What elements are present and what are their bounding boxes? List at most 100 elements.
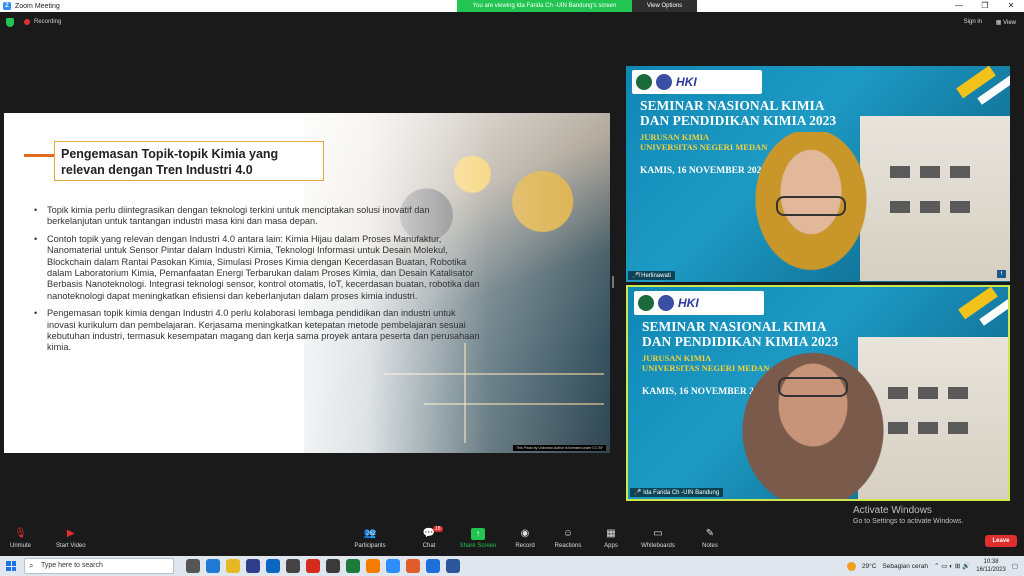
viewing-message: You are viewing Ida Farida Ch -UIN Bandu…	[457, 0, 632, 12]
excel-icon[interactable]	[346, 559, 360, 573]
reactions-icon: ☺	[562, 528, 574, 539]
slide-title-line2: relevan dengan Tren Industri 4.0	[61, 163, 253, 177]
chat-badge: 18	[433, 526, 443, 532]
firefox-icon[interactable]	[366, 559, 380, 573]
search-icon: ⌕	[29, 561, 34, 570]
bullet-item: Topik kimia perlu diintegrasikan dengan …	[34, 205, 484, 228]
seminar-line2: DAN PENDIDIKAN KIMIA 2023	[640, 113, 837, 128]
clock[interactable]: 10:38 16/11/2023	[976, 558, 1006, 574]
app-icon[interactable]	[406, 559, 420, 573]
start-video-button[interactable]: ▶ Start Video	[56, 528, 86, 549]
shared-screen-slide: Pengemasan Topik-topik Kimia yang releva…	[4, 113, 610, 453]
unmute-button[interactable]: 🎙 Unmute	[10, 528, 31, 549]
windows-start-icon[interactable]	[6, 561, 16, 571]
video-tile-ida-farida[interactable]: HKI SEMINAR NASIONAL KIMIA DAN PENDIDIKA…	[626, 285, 1010, 501]
reactions-button[interactable]: ☺ Reactions	[553, 528, 583, 549]
glasses	[778, 377, 848, 397]
notes-button[interactable]: ✎ Notes	[701, 528, 719, 549]
sponsor-logos: HKI	[632, 70, 762, 94]
participants-count: 262	[366, 531, 377, 537]
notes-label: Notes	[702, 543, 718, 549]
record-button[interactable]: ◉ Record	[514, 528, 536, 549]
title-accent-bar	[24, 154, 54, 157]
close-button[interactable]: ✕	[998, 0, 1024, 12]
share-screen-label: Share Screen	[459, 543, 497, 549]
activate-title: Activate Windows	[853, 505, 932, 516]
share-screen-icon: ↑	[471, 528, 485, 540]
window-title: Zoom Meeting	[15, 2, 60, 10]
reactions-label: Reactions	[554, 543, 582, 549]
weather-text: Sebagian cerah	[882, 562, 928, 570]
sponsor-logos: HKI	[634, 291, 764, 315]
clock-time: 10:38	[983, 559, 999, 565]
whiteboards-label: Whiteboards	[641, 543, 675, 549]
minimize-button[interactable]: —	[946, 0, 972, 12]
seminar-line1: SEMINAR NASIONAL KIMIA	[640, 98, 825, 113]
shield-icon[interactable]	[6, 17, 14, 27]
app-icon[interactable]	[326, 559, 340, 573]
tray-icons[interactable]: ⌃ ▭ ◐ ⊞ 🔊	[934, 562, 970, 570]
weather-icon[interactable]	[846, 561, 856, 571]
university-logo-icon	[658, 295, 674, 311]
sign-in-link[interactable]: Sign in	[964, 19, 982, 25]
seminar-title: SEMINAR NASIONAL KIMIA DAN PENDIDIKAN KI…	[640, 98, 836, 128]
whiteboard-icon: ▭	[653, 528, 663, 539]
viewing-banner: You are viewing Ida Farida Ch -UIN Bandu…	[457, 0, 697, 12]
split-view-handle[interactable]	[612, 276, 614, 288]
record-label: Record	[515, 543, 535, 549]
word-icon[interactable]	[446, 559, 460, 573]
search-placeholder: Type here to search	[41, 562, 103, 569]
bullet-item: Pengemasan topik kimia dengan Industri 4…	[34, 308, 484, 354]
bullet-item: Contoh topik yang relevan dengan Industr…	[34, 234, 484, 302]
activate-windows-watermark: Activate Windows Go to Settings to activ…	[853, 505, 964, 525]
store-icon[interactable]	[286, 559, 300, 573]
hki-logo: HKI	[678, 296, 699, 310]
chat-label: Chat	[422, 543, 436, 549]
participants-button[interactable]: 👥 262 Participants	[352, 528, 388, 549]
whiteboards-button[interactable]: ▭ Whiteboards	[640, 528, 676, 549]
participant-name: 🎤 Ida Farida Ch -UIN Bandung	[630, 488, 724, 497]
notification-icon[interactable]: ▢	[1012, 562, 1018, 570]
share-screen-button[interactable]: ↑ Share Screen	[459, 528, 497, 549]
start-video-label: Start Video	[56, 543, 86, 549]
facebook-banner: f	[996, 270, 1006, 278]
chat-button[interactable]: 💬 18 Chat	[420, 526, 443, 549]
opera-icon[interactable]	[306, 559, 320, 573]
zoom-logo-icon: Z	[3, 2, 11, 10]
participant-video	[728, 337, 898, 499]
window-controls: — ❐ ✕	[946, 0, 1024, 12]
recording-icon	[24, 19, 30, 25]
taskbar-search-input[interactable]: ⌕ Type here to search	[24, 558, 174, 574]
edge-icon[interactable]	[206, 559, 220, 573]
recording-label: Recording	[34, 19, 62, 25]
participant-name-text: Ida Farida Ch -UIN Bandung	[643, 490, 720, 496]
university-logo-icon	[638, 295, 654, 311]
photoshop-icon[interactable]	[246, 559, 260, 573]
hki-logo: HKI	[676, 75, 697, 89]
apps-label: Apps	[604, 543, 618, 549]
system-tray: 29°C Sebagian cerah ⌃ ▭ ◐ ⊞ 🔊 10:38 16/1…	[846, 556, 1018, 576]
notes-icon: ✎	[705, 528, 715, 539]
maximize-button[interactable]: ❐	[972, 0, 998, 12]
app-icon[interactable]	[426, 559, 440, 573]
apps-button[interactable]: ▦ Apps	[602, 528, 620, 549]
slide-title-line1: Pengemasan Topik-topik Kimia yang	[61, 147, 279, 161]
glasses	[776, 196, 846, 216]
university-logo-icon	[656, 74, 672, 90]
photo-credit[interactable]: This Photo by Unknown Author is licensed…	[513, 445, 606, 451]
participant-name: 🎤̸ Herlinawati	[628, 271, 675, 280]
meeting-top-bar: Recording Sign in ▦ View	[0, 12, 1024, 32]
participant-name-text: Herlinawati	[641, 273, 671, 279]
university-logo-icon	[636, 74, 652, 90]
task-view-icon[interactable]	[186, 559, 200, 573]
activate-subtitle: Go to Settings to activate Windows.	[853, 518, 964, 525]
apps-icon: ▦	[606, 528, 616, 539]
mail-icon[interactable]	[266, 559, 280, 573]
video-tile-herlinawati[interactable]: HKI SEMINAR NASIONAL KIMIA DAN PENDIDIKA…	[626, 66, 1010, 282]
temperature: 29°C	[861, 562, 877, 570]
file-explorer-icon[interactable]	[226, 559, 240, 573]
leave-button[interactable]: Leave	[985, 535, 1017, 547]
zoom-icon[interactable]	[386, 559, 400, 573]
view-button[interactable]: ▦ View	[996, 19, 1016, 26]
view-options-button[interactable]: View Options	[632, 0, 697, 12]
